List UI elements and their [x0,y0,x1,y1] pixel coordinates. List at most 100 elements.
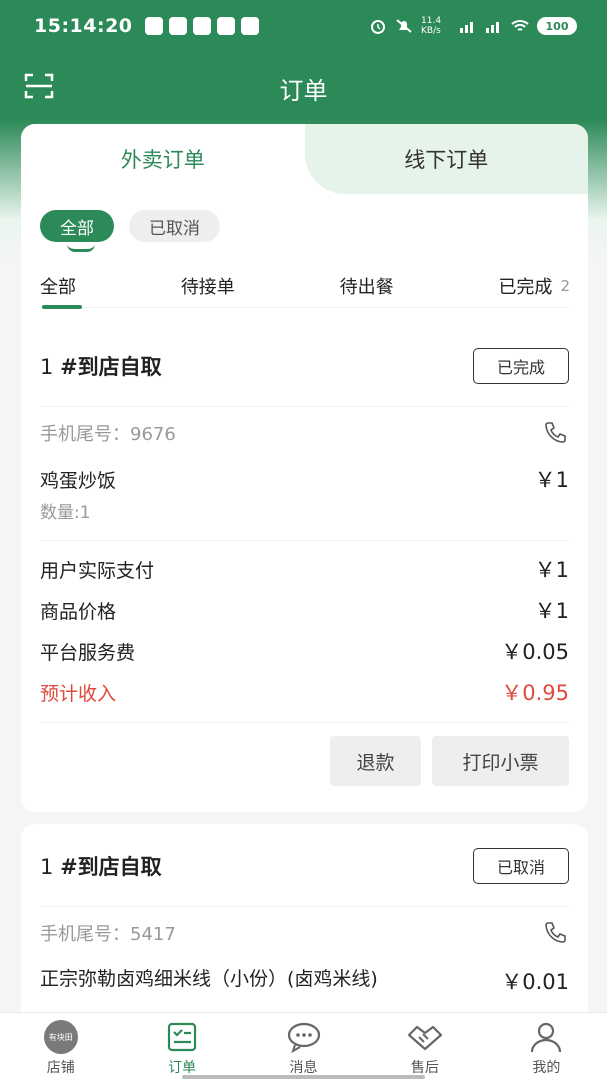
user-paid-value: ￥1 [534,558,569,582]
signal-icon [486,22,499,33]
tabbar-label: 消息 [289,1060,318,1076]
signal-icon [460,22,473,33]
handshake-icon [407,1025,443,1051]
tabbar-item-orders[interactable]: 订单 [121,1013,242,1080]
order-status-badge: 已完成 [473,348,569,384]
tabbar-item-shop[interactable]: 有块田 店铺 [0,1013,121,1080]
page-title: 订单 [279,76,328,105]
order-header: 1 #到店自取 已完成 [40,346,569,386]
alarm-icon [371,20,385,34]
goods-price-label: 商品价格 [40,600,117,623]
divider [40,722,569,723]
status-indicators: 11.4 KB/s 100 [369,16,577,36]
item-quantity: 数量:1 [40,503,91,523]
order-list-icon [168,1022,197,1052]
service-fee-label: 平台服务费 [40,641,136,664]
tabbar-item-messages[interactable]: 消息 [243,1013,364,1080]
order-title: 1 #到店自取 [40,351,162,381]
pill-all[interactable]: 全部 [40,210,114,242]
refund-button[interactable]: 退款 [330,736,421,786]
phone-number: 9676 [130,424,176,445]
divider [40,406,569,407]
order-card: 外卖订单 线下订单 全部 已取消 全部 待接单 待出餐 已完成 2 1 #到店自取… [21,124,588,812]
tabbar-label: 售后 [410,1060,439,1076]
tabbar-label: 我的 [532,1060,561,1076]
filter-pills: 全部 已取消 [40,210,220,242]
bottom-tab-bar: 有块田 店铺 订单 消息 售后 我的 [0,1012,607,1080]
status-app-icons [144,17,259,35]
tab-label: 已完成 [498,276,553,298]
wifi-icon [511,20,529,31]
user-paid-label: 用户实际支付 [40,559,155,582]
pill-cancelled[interactable]: 已取消 [129,210,220,242]
divider [40,906,569,907]
message-icon [287,1022,320,1053]
tab-status-pending-meal[interactable]: 待出餐 [340,264,394,308]
service-fee-value: ￥0.05 [501,640,569,664]
divider [40,540,569,541]
shop-logo-icon: 有块田 [42,1020,80,1054]
status-bar: 15:14:20 11.4 KB/s 100 [0,0,607,52]
item-row: 鸡蛋炒饭 ￥1 [40,464,569,494]
home-indicator [182,1075,425,1079]
tab-status-completed[interactable]: 已完成 2 [498,264,570,308]
order-status-badge: 已取消 [473,848,569,884]
app-notification-icon [144,17,163,35]
pill-indicator [67,244,95,252]
phone-tail: 手机尾号：9676 [40,420,176,446]
order-type: #到店自取 [60,855,162,879]
tab-status-all[interactable]: 全部 [40,264,82,309]
nav-bar: 订单 [0,60,607,116]
tab-label: 待接单 [180,276,235,298]
phone-label: 手机尾号： [40,424,130,445]
app-notification-icon [240,17,259,35]
shop-logo-text: 有块田 [43,1020,78,1054]
order-type-tabs: 外卖订单 线下订单 [21,124,588,194]
goods-price-row: 商品价格 ￥1 [40,595,569,625]
tab-takeout-orders[interactable]: 外卖订单 [21,124,305,194]
mute-icon [396,19,412,33]
tabbar-item-mine[interactable]: 我的 [486,1013,607,1080]
tabbar-label: 店铺 [46,1060,75,1076]
status-tabs: 全部 待接单 待出餐 已完成 2 [40,264,570,309]
tab-label: 全部 [40,276,76,298]
tab-status-pending-accept[interactable]: 待接单 [181,264,235,308]
app-notification-icon [192,17,211,35]
user-paid-row: 用户实际支付 ￥1 [40,554,569,584]
item-name: 正宗弥勒卤鸡细米线（小份）(卤鸡米线) [40,968,378,990]
phone-row: 手机尾号：9676 [40,418,569,448]
phone-tail: 手机尾号：5417 [40,920,176,946]
tab-label: 待出餐 [339,276,394,298]
order-card: 1 #到店自取 已取消 手机尾号：5417 正宗弥勒卤鸡细米线（小份）(卤鸡米线… [21,824,588,1024]
phone-number: 5417 [130,924,176,945]
app-notification-icon [216,17,235,35]
phone-label: 手机尾号： [40,924,130,945]
item-price: ￥0.01 [501,970,569,994]
item-name: 鸡蛋炒饭 [40,469,117,492]
item-price: ￥1 [534,468,569,492]
income-value: ￥0.95 [501,681,569,705]
order-title: 1 #到店自取 [40,851,162,881]
user-icon [531,1022,562,1053]
app-notification-icon [168,17,187,35]
tabbar-item-after-sales[interactable]: 售后 [364,1013,485,1080]
scan-icon[interactable] [24,72,54,100]
order-actions: 退款 打印小票 [330,736,569,786]
network-speed: 11.4 KB/s [421,16,442,36]
order-number: 1 [40,855,54,879]
phone-icon[interactable] [543,920,569,946]
print-receipt-button[interactable]: 打印小票 [432,736,569,786]
battery-icon: 100 [537,17,577,35]
phone-icon[interactable] [543,420,569,446]
tab-count: 2 [560,276,570,295]
income-row: 预计收入 ￥0.95 [40,677,569,707]
order-header: 1 #到店自取 已取消 [40,846,569,886]
income-label: 预计收入 [40,682,117,705]
tabbar-label: 订单 [168,1060,197,1076]
tab-offline-orders[interactable]: 线下订单 [304,124,588,194]
order-number: 1 [40,355,54,379]
goods-price-value: ￥1 [534,599,569,623]
phone-row: 手机尾号：5417 [40,918,569,948]
status-time: 15:14:20 [34,15,133,37]
service-fee-row: 平台服务费 ￥0.05 [40,636,569,666]
